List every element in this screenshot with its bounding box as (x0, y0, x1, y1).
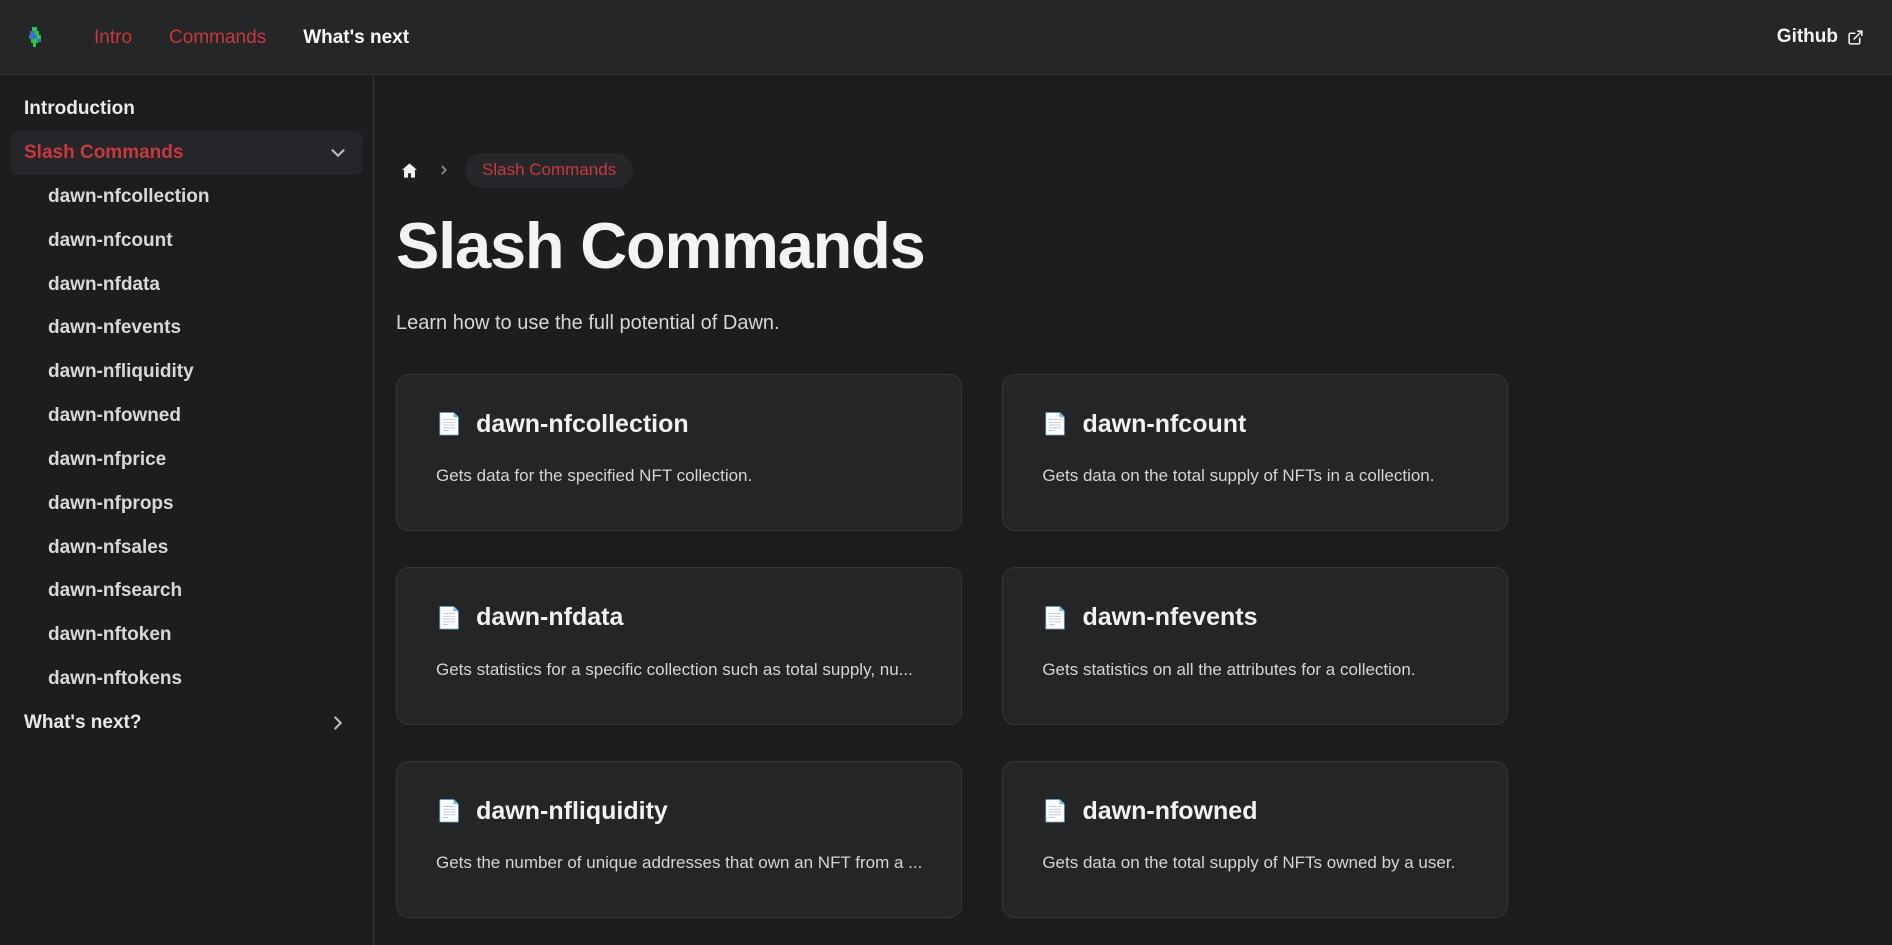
command-card-dawn-nfcount[interactable]: 📄 dawn-nfcount Gets data on the total supp… (1002, 373, 1508, 532)
card-description: Gets data for the specified NFT collecti… (436, 466, 753, 486)
card-header: 📄 dawn-nfdata (436, 604, 922, 632)
command-card-grid: 📄 dawn-nfcollection Gets data for the spec… (396, 373, 1508, 945)
page-facing-up-icon: 📄 (436, 413, 463, 437)
nav-link-intro[interactable]: Intro (94, 28, 132, 47)
sidebar-group-label: Slash Commands (24, 141, 184, 163)
github-link-label: Github (1776, 26, 1838, 47)
command-card-dawn-nfliquidity[interactable]: 📄 dawn-nfliquidity Gets the number of uniq… (396, 760, 963, 919)
sidebar-item-dawn-nfowned[interactable]: dawn-nfowned (10, 394, 363, 438)
breadcrumb: Slash Commands (396, 153, 1892, 188)
chevron-right-icon[interactable] (327, 712, 349, 734)
main-inner: Slash Commands Learn how to use the full… (396, 208, 1536, 945)
command-card-dawn-nfdata[interactable]: 📄 dawn-nfdata Gets statistics for a specif… (396, 567, 963, 725)
github-link[interactable]: Github (1777, 26, 1864, 48)
sidebar-group-introduction[interactable]: Introduction (10, 87, 363, 131)
sidebar-item-dawn-nfprice[interactable]: dawn-nfprice (10, 438, 363, 482)
card-description: Gets the number of unique addresses that… (436, 853, 923, 873)
dawn-parrot-logo-icon[interactable] (22, 24, 48, 50)
sidebar-group-label: Introduction (24, 98, 135, 119)
card-description: Gets statistics for a specific collectio… (436, 659, 913, 679)
breadcrumb-current[interactable]: Slash Commands (465, 153, 634, 188)
sidebar-group-what-s-next[interactable]: What's next? (10, 701, 363, 745)
sidebar-item-dawn-nfevents[interactable]: dawn-nfevents (10, 306, 363, 350)
sidebar-group-label: What's next? (24, 712, 142, 734)
card-header: 📄 dawn-nfowned (1042, 796, 1468, 826)
card-header: 📄 dawn-nfcollection (436, 409, 922, 439)
card-title: dawn-nfcount (1082, 409, 1247, 438)
breadcrumb-separator-icon (437, 163, 451, 177)
nav-link-commands[interactable]: Commands (169, 28, 266, 47)
nav-link-whats-next[interactable]: What's next (303, 28, 409, 47)
card-description: Gets data on the total supply of NFTs ow… (1042, 853, 1456, 873)
page-facing-up-icon: 📄 (436, 800, 463, 824)
sidebar-scrollbar[interactable] (367, 75, 371, 945)
page-shell: Introduction Slash Commands dawn-nfcollect… (0, 75, 1892, 945)
chevron-down-icon[interactable] (327, 142, 349, 164)
card-title: dawn-nfcollection (476, 409, 689, 438)
card-description: Gets data on the total supply of NFTs in… (1042, 466, 1435, 486)
card-header: 📄 dawn-nfevents (1042, 604, 1468, 632)
card-title: dawn-nfowned (1082, 796, 1258, 825)
command-card-dawn-nfowned[interactable]: 📄 dawn-nfowned Gets data on the total supp… (1002, 760, 1508, 919)
home-icon[interactable] (396, 157, 423, 184)
sidebar-item-dawn-nfdata[interactable]: dawn-nfdata (10, 263, 363, 307)
sidebar-item-dawn-nfliquidity[interactable]: dawn-nfliquidity (10, 350, 363, 394)
top-navigation-bar: Intro Commands What's next Github (0, 0, 1892, 75)
sidebar-item-dawn-nfcollection[interactable]: dawn-nfcollection (10, 175, 363, 219)
main-content: Slash Commands Slash Commands Learn how … (374, 75, 1892, 945)
page-facing-up-icon: 📄 (1042, 606, 1069, 630)
card-title: dawn-nfevents (1082, 603, 1258, 632)
card-title: dawn-nfliquidity (476, 796, 668, 825)
sidebar-item-dawn-nfcount[interactable]: dawn-nfcount (10, 219, 363, 263)
card-description: Gets statistics on all the attributes fo… (1042, 659, 1416, 679)
page-facing-up-icon: 📄 (436, 606, 463, 630)
card-header: 📄 dawn-nfliquidity (436, 796, 922, 826)
page-subtitle: Learn how to use the full potential of D… (396, 311, 780, 334)
sidebar-item-dawn-nftoken[interactable]: dawn-nftoken (10, 613, 363, 657)
sidebar-navigation: Introduction Slash Commands dawn-nfcollect… (0, 75, 374, 945)
external-link-icon (1848, 29, 1863, 45)
command-card-dawn-nfcollection[interactable]: 📄 dawn-nfcollection Gets data for the spec… (396, 373, 963, 532)
page-title: Slash Commands (396, 208, 926, 282)
sidebar-item-dawn-nfsearch[interactable]: dawn-nfsearch (10, 569, 363, 613)
card-title: dawn-nfdata (476, 603, 624, 632)
command-card-dawn-nfevents[interactable]: 📄 dawn-nfevents Gets statistics on all the… (1002, 567, 1508, 725)
page-facing-up-icon: 📄 (1042, 800, 1069, 824)
sidebar-group-slash-commands[interactable]: Slash Commands (10, 130, 363, 175)
card-header: 📄 dawn-nfcount (1042, 409, 1468, 439)
sidebar-item-dawn-nftokens[interactable]: dawn-nftokens (10, 657, 363, 701)
page-facing-up-icon: 📄 (1042, 413, 1069, 437)
sidebar-item-dawn-nfprops[interactable]: dawn-nfprops (10, 482, 363, 526)
sidebar-item-dawn-nfsales[interactable]: dawn-nfsales (10, 526, 363, 570)
sidebar-item-list: Introduction Slash Commands dawn-nfcollect… (10, 87, 363, 745)
